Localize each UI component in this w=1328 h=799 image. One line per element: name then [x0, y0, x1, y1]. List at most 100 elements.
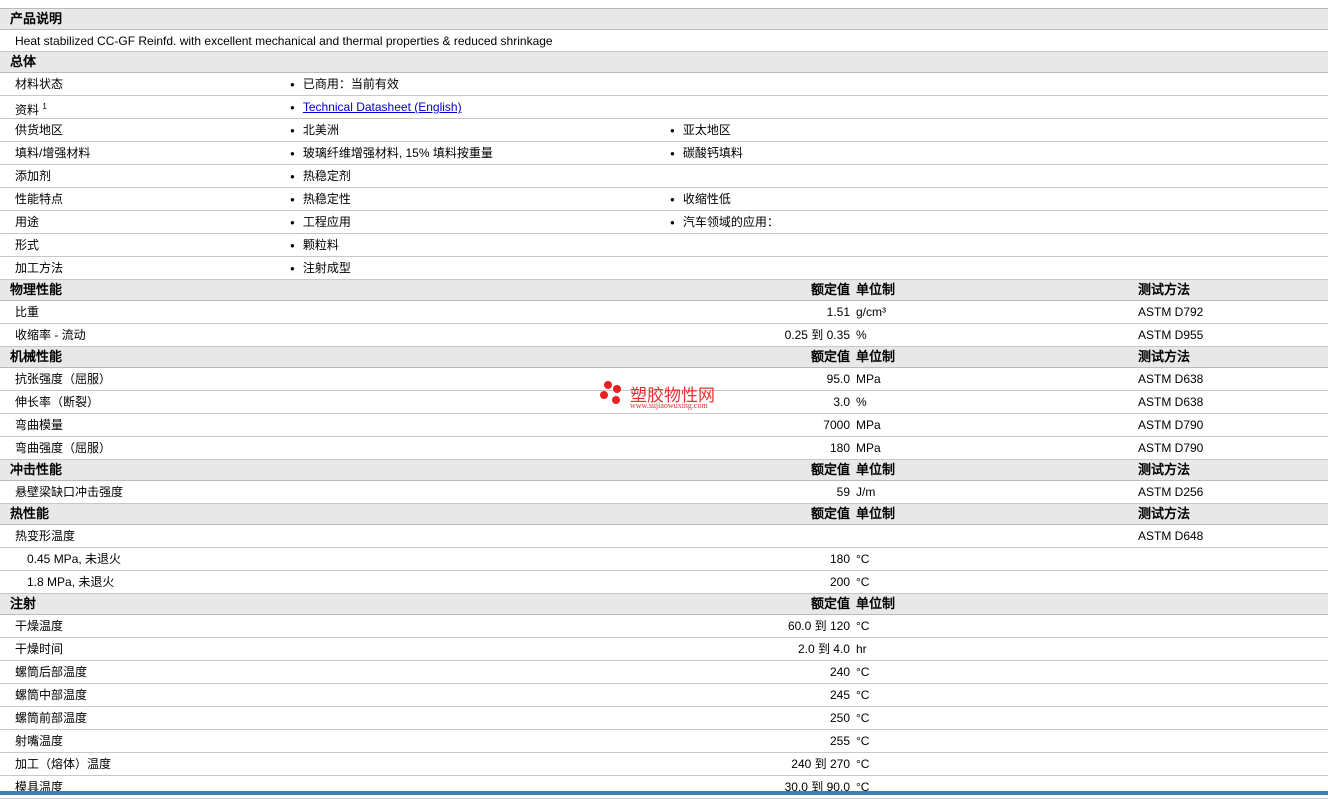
- table-row: 用途 工程应用 汽车领域的应用：: [0, 211, 1328, 234]
- bullet-item: Technical Datasheet (English): [290, 96, 462, 120]
- table-row: 弯曲强度（屈服） 180 MPa ASTM D790: [0, 437, 1328, 460]
- row-label-text: 资料: [15, 103, 40, 117]
- section-header: 机械性能 额定值 单位制 测试方法: [0, 347, 1328, 368]
- unit: °C: [856, 711, 870, 725]
- test-method: ASTM D638: [1138, 372, 1204, 386]
- product-description-row: Heat stabilized CC-GF Reinfd. with excel…: [0, 30, 1328, 52]
- column-header-test-method: 测试方法: [1138, 349, 1191, 364]
- column-header-value: 额定值: [810, 596, 850, 611]
- row-label: 干燥温度: [15, 615, 63, 637]
- test-method: ASTM D648: [1138, 529, 1204, 543]
- row-label-text: 伸长率（断裂）: [15, 395, 100, 409]
- nominal-value: 1.51: [826, 305, 850, 319]
- column-header-test-method: 测试方法: [1138, 462, 1191, 477]
- row-label: 抗张强度（屈服）: [15, 368, 111, 390]
- row-label: 加工（熔体）温度: [15, 753, 111, 775]
- unit: MPa: [856, 418, 881, 432]
- unit: J/m: [856, 485, 876, 499]
- column-header-unit: 单位制: [856, 462, 896, 477]
- table-row: 螺筒前部温度 250 °C: [0, 707, 1328, 730]
- section-title: 产品说明: [10, 11, 63, 26]
- row-label: 射嘴温度: [15, 730, 63, 752]
- row-label: 螺筒前部温度: [15, 707, 87, 729]
- nominal-value: 255: [829, 734, 850, 748]
- table-row: 加工方法 注射成型: [0, 257, 1328, 280]
- row-label: 收缩率 - 流动: [15, 324, 86, 346]
- table-row: 加工（熔体）温度 240 到 270 °C: [0, 753, 1328, 776]
- row-label: 用途: [15, 211, 39, 233]
- row-label: 1.8 MPa, 未退火: [27, 571, 114, 593]
- column-header-test-method: 测试方法: [1138, 506, 1191, 521]
- nominal-value: 200: [829, 575, 850, 589]
- unit: %: [856, 395, 867, 409]
- row-label: 添加剂: [15, 165, 51, 187]
- row-label-text: 弯曲强度（屈服）: [15, 441, 112, 455]
- nominal-value: 2.0 到 4.0: [797, 642, 850, 656]
- nominal-value: 180: [829, 552, 850, 566]
- section-header: 物理性能 额定值 单位制 测试方法: [0, 280, 1328, 301]
- row-label: Heat stabilized CC-GF Reinfd. with excel…: [15, 30, 553, 52]
- unit: °C: [856, 734, 870, 748]
- table-row: 资料 1 Technical Datasheet (English): [0, 96, 1328, 119]
- row-label: 弯曲模量: [15, 414, 63, 436]
- section-header: 冲击性能 额定值 单位制 测试方法: [0, 460, 1328, 481]
- bullet-item: 热稳定性: [290, 188, 351, 212]
- row-label-text: 加工方法: [15, 261, 64, 275]
- nominal-value: 7000: [823, 418, 850, 432]
- column-header-unit: 单位制: [856, 506, 896, 521]
- unit: °C: [856, 688, 870, 702]
- section-title: 冲击性能: [10, 462, 63, 477]
- table-row: 供货地区 北美洲 亚太地区: [0, 119, 1328, 142]
- nominal-value: 250: [829, 711, 850, 725]
- section-title: 机械性能: [10, 349, 63, 364]
- table-row: 热变形温度 ASTM D648: [0, 525, 1328, 548]
- row-label: 比重: [15, 301, 39, 323]
- bullet-item: 玻璃纤维增强材料, 15% 填料按重量: [290, 142, 493, 166]
- unit: °C: [856, 619, 870, 633]
- watermark-logo: 塑胶物性网 www.sujiaowuxing.com: [600, 381, 730, 413]
- row-label-text: 1.8 MPa, 未退火: [27, 575, 115, 589]
- column-header-unit: 单位制: [856, 282, 896, 297]
- table-row: 射嘴温度 255 °C: [0, 730, 1328, 753]
- watermark-url: www.sujiaowuxing.com: [630, 401, 708, 410]
- technical-datasheet-link[interactable]: Technical Datasheet (English): [303, 100, 462, 114]
- unit: %: [856, 328, 867, 342]
- bullet-item: 热稳定剂: [290, 165, 351, 189]
- row-label-text: 添加剂: [15, 169, 52, 183]
- unit: °C: [856, 757, 870, 771]
- row-label-text: 悬壁梁缺口冲击强度: [15, 485, 124, 499]
- test-method: ASTM D955: [1138, 328, 1204, 342]
- row-label-text: 螺筒前部温度: [15, 711, 88, 725]
- nominal-value: 240 到 270: [791, 757, 850, 771]
- bullet-item: 收缩性低: [670, 188, 731, 212]
- row-label-text: 螺筒后部温度: [15, 665, 88, 679]
- bullet-item: 已商用：当前有效: [290, 73, 399, 97]
- test-method: ASTM D256: [1138, 485, 1204, 499]
- table-row: 填料/增强材料 玻璃纤维增强材料, 15% 填料按重量 碳酸钙填料: [0, 142, 1328, 165]
- unit: hr: [856, 642, 867, 656]
- row-label-text: 抗张强度（屈服）: [15, 372, 112, 386]
- row-label: 螺筒中部温度: [15, 684, 87, 706]
- column-header-value: 额定值: [810, 282, 850, 297]
- row-label: 资料 1: [15, 96, 47, 121]
- column-header-value: 额定值: [810, 462, 850, 477]
- row-label-text: 干燥时间: [15, 642, 64, 656]
- table-row: 添加剂 热稳定剂: [0, 165, 1328, 188]
- row-label-text: 形式: [15, 238, 40, 252]
- nominal-value: 245: [829, 688, 850, 702]
- row-label: 伸长率（断裂）: [15, 391, 99, 413]
- row-label: 供货地区: [15, 119, 63, 141]
- row-label-text: 热变形温度: [15, 529, 76, 543]
- table-row: 螺筒后部温度 240 °C: [0, 661, 1328, 684]
- row-label: 悬壁梁缺口冲击强度: [15, 481, 123, 503]
- unit: MPa: [856, 372, 881, 386]
- section-header: 注射 额定值 单位制: [0, 594, 1328, 615]
- table-row: 悬壁梁缺口冲击强度 59 J/m ASTM D256: [0, 481, 1328, 504]
- section-title: 总体: [10, 54, 37, 69]
- nominal-value: 3.0: [833, 395, 850, 409]
- unit: °C: [856, 665, 870, 679]
- row-label-text: 干燥温度: [15, 619, 64, 633]
- nominal-value: 60.0 到 120: [787, 619, 850, 633]
- table-row: 收缩率 - 流动 0.25 到 0.35% ASTM D955: [0, 324, 1328, 347]
- row-label: 材料状态: [15, 73, 63, 95]
